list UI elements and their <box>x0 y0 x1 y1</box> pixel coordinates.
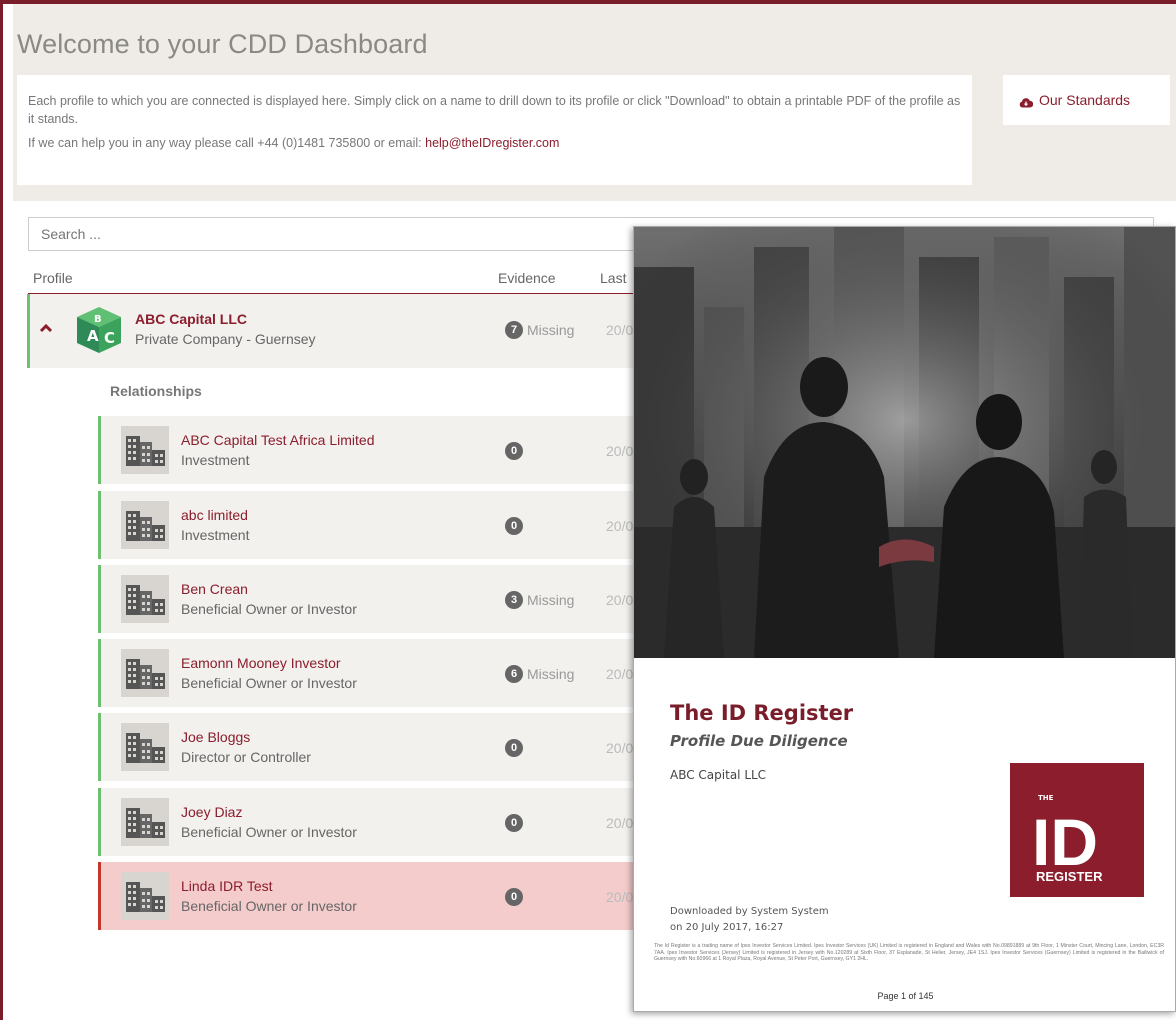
pdf-page-number: Page 1 of 145 <box>877 991 934 1001</box>
header-last[interactable]: Last <box>600 270 626 286</box>
contact-label: If we can help you in any way please cal… <box>28 136 426 150</box>
contact-text: If we can help you in any way please cal… <box>28 134 962 152</box>
cloud-download-icon <box>1019 95 1034 108</box>
evidence-count-badge: 0 <box>505 739 523 757</box>
relationship-row[interactable]: ABC Capital Test Africa Limited Investmen… <box>98 416 633 484</box>
pdf-title: The ID Register <box>670 701 854 725</box>
building-icon <box>121 798 169 846</box>
svg-text:B: B <box>94 314 102 325</box>
left-strip <box>3 4 13 1020</box>
help-email-link[interactable]: help@theIDregister.com <box>425 136 559 150</box>
evidence-count-badge: 7 <box>505 321 523 339</box>
relationship-type: Beneficial Owner or Investor <box>181 675 357 691</box>
relationship-row[interactable]: abc limited Investment <box>98 491 633 559</box>
last-date: 20/0 <box>606 443 634 459</box>
header-evidence[interactable]: Evidence <box>498 270 556 286</box>
last-date: 20/0 <box>606 322 634 338</box>
evidence-count-badge: 3 <box>505 591 523 609</box>
relationship-name[interactable]: Joe Bloggs <box>181 729 250 745</box>
relationship-name[interactable]: ABC Capital Test Africa Limited <box>181 432 375 448</box>
intro-text: Each profile to which you are connected … <box>28 94 961 126</box>
relationship-type: Beneficial Owner or Investor <box>181 824 357 840</box>
abc-blocks-icon: A C B <box>73 303 127 355</box>
relationship-row[interactable]: Linda IDR Test Beneficial Owner or Invest… <box>98 862 633 930</box>
logo-top-text: THE <box>1038 794 1054 802</box>
last-date: 20/0 <box>606 740 634 756</box>
last-date: 20/0 <box>606 592 634 608</box>
evidence-count-badge: 6 <box>505 665 523 683</box>
svg-text:A: A <box>87 327 99 345</box>
evidence-count-badge: 0 <box>505 517 523 535</box>
business-handshake-photo <box>634 227 1175 658</box>
pdf-downloaded-by: Downloaded by System System <box>670 906 829 917</box>
relationship-name[interactable]: abc limited <box>181 507 248 523</box>
relationship-name[interactable]: Eamonn Mooney Investor <box>181 655 341 671</box>
logo-bottom-text: REGISTER <box>1036 869 1103 884</box>
header-profile[interactable]: Profile <box>33 270 73 286</box>
relationship-name[interactable]: Linda IDR Test <box>181 878 273 894</box>
intro-box: Each profile to which you are connected … <box>17 75 972 185</box>
id-register-logo: THE ID REGISTER <box>1010 763 1144 897</box>
building-icon <box>121 723 169 771</box>
evidence-missing-label: Missing <box>527 666 575 682</box>
logo-main-text: ID <box>1032 805 1098 879</box>
pdf-preview: The ID Register Profile Due Diligence AB… <box>633 226 1176 1012</box>
last-date: 20/0 <box>606 666 634 682</box>
relationship-type: Beneficial Owner or Investor <box>181 601 357 617</box>
pdf-company: ABC Capital LLC <box>670 768 767 782</box>
building-icon <box>121 575 169 623</box>
evidence-missing-label: Missing <box>527 322 575 338</box>
relationship-type: Director or Controller <box>181 749 311 765</box>
relationship-type: Beneficial Owner or Investor <box>181 898 357 914</box>
pdf-footer-legal: The Id Register is a trading name of Ipe… <box>654 943 1164 963</box>
relationship-name[interactable]: Ben Crean <box>181 581 248 597</box>
main-profile-type: Private Company - Guernsey <box>135 331 316 347</box>
last-date: 20/0 <box>606 815 634 831</box>
pdf-download-info: Downloaded by System System on 20 July 2… <box>670 904 829 936</box>
our-standards-label: Our Standards <box>1039 92 1131 108</box>
our-standards-button[interactable]: Our Standards <box>1003 75 1170 125</box>
main-profile-name[interactable]: ABC Capital LLC <box>135 311 247 327</box>
relationship-row[interactable]: Joey Diaz Beneficial Owner or Investor <box>98 788 633 856</box>
last-date: 20/0 <box>606 518 634 534</box>
building-icon <box>121 649 169 697</box>
building-icon <box>121 872 169 920</box>
relationships-label: Relationships <box>110 383 202 399</box>
building-icon <box>121 426 169 474</box>
evidence-count-badge: 0 <box>505 814 523 832</box>
building-icon <box>121 501 169 549</box>
pdf-subtitle: Profile Due Diligence <box>670 732 848 750</box>
svg-text:C: C <box>104 329 115 347</box>
relationship-type: Investment <box>181 452 250 468</box>
chevron-up-icon[interactable] <box>38 320 54 336</box>
pdf-downloaded-on: on 20 July 2017, 16:27 <box>670 922 784 933</box>
relationship-type: Investment <box>181 527 250 543</box>
evidence-count-badge: 0 <box>505 442 523 460</box>
last-date: 20/0 <box>606 889 634 905</box>
relationship-name[interactable]: Joey Diaz <box>181 804 242 820</box>
relationship-row[interactable]: Joe Bloggs Director or Controller <box>98 713 633 781</box>
evidence-count-badge: 0 <box>505 888 523 906</box>
evidence-missing-label: Missing <box>527 592 575 608</box>
page-title: Welcome to your CDD Dashboard <box>17 29 428 59</box>
